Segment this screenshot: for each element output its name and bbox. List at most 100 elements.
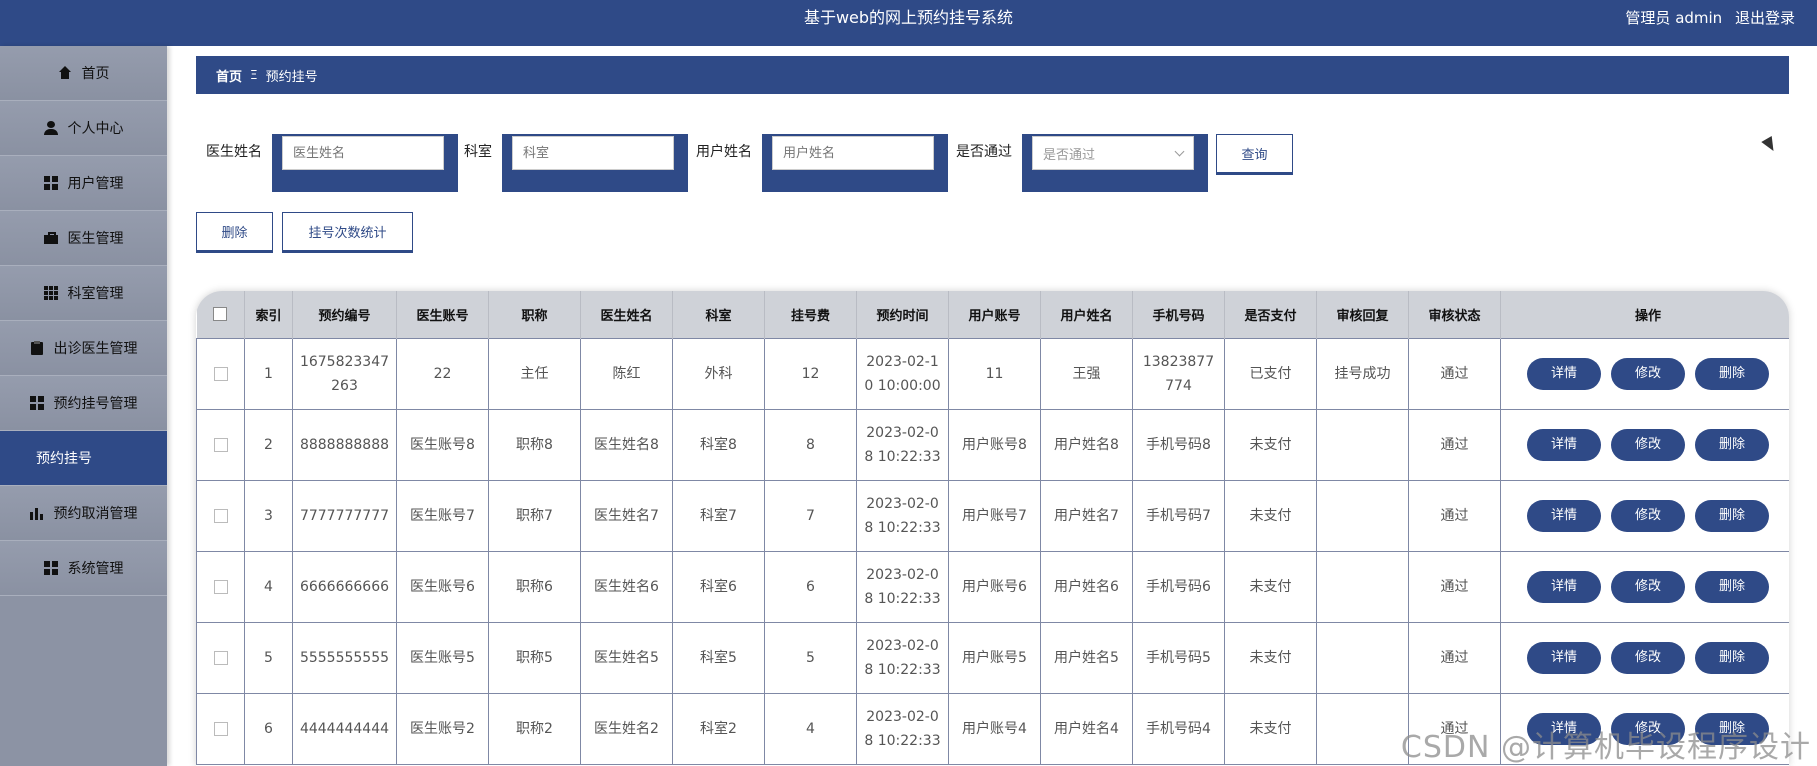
sidebar-item-doctors[interactable]: 医生管理 [0, 211, 167, 266]
batch-delete-button[interactable]: 删除 [196, 212, 273, 253]
app-title: 基于web的网上预约挂号系统 [803, 8, 1014, 27]
search-form: 医生姓名 科室 用户姓名 是否通过 是否通过 查询 [196, 134, 1396, 194]
table-cell: 手机号码4 [1132, 692, 1225, 765]
table-cell: 科室5 [672, 621, 765, 694]
delete-button[interactable]: 删除 [1695, 570, 1769, 603]
query-button[interactable]: 查询 [1216, 134, 1293, 175]
clipboard-icon [30, 341, 44, 355]
user-name-input[interactable] [772, 136, 934, 170]
table-cell: 医生账号6 [396, 550, 489, 623]
user-icon [43, 121, 58, 135]
sidebar-item-visiting-doctors[interactable]: 出诊医生管理 [0, 321, 167, 376]
detail-button[interactable]: 详情 [1527, 428, 1601, 461]
table-cell: 6 [244, 692, 293, 765]
bar-chart-icon [29, 506, 44, 520]
row-checkbox[interactable] [213, 366, 228, 381]
row-actions: 详情 修改 删除 [1500, 479, 1789, 552]
table-cell: 未支付 [1224, 550, 1317, 623]
delete-button[interactable]: 删除 [1695, 499, 1769, 532]
sidebar-item-appointment[interactable]: 预约挂号 [0, 431, 167, 486]
table-cell: 通过 [1408, 408, 1501, 481]
chevron-down-icon [1174, 146, 1185, 156]
table-cell: 挂号成功 [1316, 337, 1409, 410]
passed-box: 是否通过 [1022, 134, 1208, 192]
column-header[interactable]: 审核回复 [1316, 291, 1409, 338]
column-header[interactable]: 挂号费 [764, 291, 857, 338]
sidebar-item-cancel-management[interactable]: 预约取消管理 [0, 486, 167, 541]
edit-button[interactable]: 修改 [1611, 428, 1685, 461]
detail-button[interactable]: 详情 [1527, 570, 1601, 603]
sidebar-item-system[interactable]: 系统管理 [0, 541, 167, 596]
column-header[interactable]: 医生账号 [396, 291, 489, 338]
column-header[interactable]: 是否支付 [1224, 291, 1317, 338]
column-header[interactable]: 手机号码 [1132, 291, 1225, 338]
table-cell: 手机号码5 [1132, 621, 1225, 694]
table-cell: 8 [764, 408, 857, 481]
registration-stats-button[interactable]: 挂号次数统计 [282, 212, 413, 253]
table-cell: 已支付 [1224, 337, 1317, 410]
sidebar-item-label: 系统管理 [67, 561, 124, 577]
table-header-row: 索引 预约编号 医生账号 职称 医生姓名 科室 挂号费 预约时间 用户账号 用户… [196, 291, 1789, 338]
sidebar-item-label: 预约挂号管理 [53, 396, 138, 412]
delete-button[interactable]: 删除 [1695, 428, 1769, 461]
select-all-checkbox[interactable] [213, 307, 228, 322]
table-cell: 2 [244, 408, 293, 481]
column-header[interactable]: 医生姓名 [580, 291, 673, 338]
row-checkbox[interactable] [213, 579, 228, 594]
sidebar-item-users[interactable]: 用户管理 [0, 156, 167, 211]
table-cell: 未支付 [1224, 408, 1317, 481]
column-header[interactable]: 预约时间 [856, 291, 949, 338]
table-cell: 医生姓名2 [580, 692, 673, 765]
logout-link[interactable]: 退出登录 [1735, 9, 1795, 27]
dept-input[interactable] [512, 136, 674, 170]
passed-select-value: 是否通过 [1043, 147, 1096, 163]
breadcrumb-home[interactable]: 首页 [216, 66, 242, 85]
detail-button[interactable]: 详情 [1527, 357, 1601, 390]
column-header[interactable]: 职称 [488, 291, 581, 338]
appointments-table: 索引 预约编号 医生账号 职称 医生姓名 科室 挂号费 预约时间 用户账号 用户… [196, 291, 1789, 766]
column-header[interactable]: 用户姓名 [1040, 291, 1133, 338]
row-checkbox[interactable] [213, 437, 228, 452]
edit-button[interactable]: 修改 [1611, 499, 1685, 532]
grid-icon [29, 396, 44, 410]
top-bar: 基于web的网上预约挂号系统 管理员 admin 退出登录 [0, 0, 1817, 46]
table-cell: 通过 [1408, 479, 1501, 552]
sidebar-item-appointment-management[interactable]: 预约挂号管理 [0, 376, 167, 431]
column-header[interactable]: 审核状态 [1408, 291, 1501, 338]
row-checkbox[interactable] [213, 650, 228, 665]
column-header[interactable]: 预约编号 [292, 291, 397, 338]
grid9-icon [43, 286, 58, 300]
delete-button[interactable]: 删除 [1695, 641, 1769, 674]
delete-button[interactable]: 删除 [1695, 357, 1769, 390]
row-checkbox[interactable] [213, 721, 228, 736]
breadcrumb-separator: Ξ [250, 68, 258, 82]
column-header[interactable]: 科室 [672, 291, 765, 338]
table-cell: 医生账号8 [396, 408, 489, 481]
table-cell: 用户姓名8 [1040, 408, 1133, 481]
briefcase-icon [43, 231, 58, 245]
column-header[interactable]: 用户账号 [948, 291, 1041, 338]
edit-button[interactable]: 修改 [1611, 570, 1685, 603]
user-name-filter: 用户姓名 [696, 134, 948, 192]
sidebar-item-departments[interactable]: 科室管理 [0, 266, 167, 321]
table-row: 3 7777777777 医生账号7 职称7 医生姓名7 科室7 7 2023-02-08 1… [196, 479, 1789, 552]
detail-button[interactable]: 详情 [1527, 499, 1601, 532]
table-cell: 科室2 [672, 692, 765, 765]
table-row: 4 6666666666 医生账号6 职称6 医生姓名6 科室6 6 2023-02-08 1… [196, 550, 1789, 623]
table-cell: 用户账号7 [948, 479, 1041, 552]
edit-button[interactable]: 修改 [1611, 641, 1685, 674]
edit-button[interactable]: 修改 [1611, 357, 1685, 390]
table-cell: 未支付 [1224, 621, 1317, 694]
detail-button[interactable]: 详情 [1527, 641, 1601, 674]
table-cell: 王强 [1040, 337, 1133, 410]
column-header[interactable]: 索引 [244, 291, 293, 338]
table-cell: 用户姓名7 [1040, 479, 1133, 552]
table-cell: 4 [764, 692, 857, 765]
doctor-name-input[interactable] [282, 136, 444, 170]
doctor-name-box [272, 134, 458, 192]
row-checkbox[interactable] [213, 508, 228, 523]
table-cell: 职称6 [488, 550, 581, 623]
sidebar-item-home[interactable]: 首页 [0, 46, 167, 101]
passed-select[interactable]: 是否通过 [1032, 136, 1194, 170]
sidebar-item-profile[interactable]: 个人中心 [0, 101, 167, 156]
